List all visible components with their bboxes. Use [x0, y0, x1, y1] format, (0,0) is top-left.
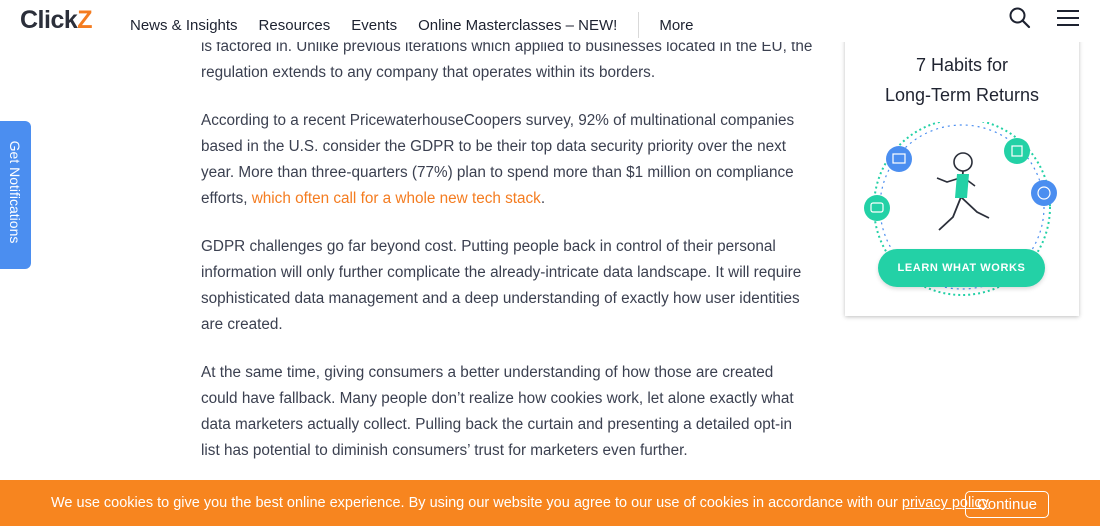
site-header: ClickZ News & Insights Resources Events …: [0, 0, 1100, 42]
nav-more[interactable]: More: [659, 17, 693, 34]
get-notifications-label: Get Notifications: [7, 140, 23, 244]
mail-icon: [886, 146, 912, 172]
continue-button[interactable]: Continue: [965, 491, 1049, 518]
share-icon: [1004, 138, 1030, 164]
clickz-logo[interactable]: ClickZ: [20, 6, 93, 35]
hamburger-menu-icon[interactable]: [1057, 9, 1079, 27]
cookie-text: We use cookies to give you the best onli…: [51, 495, 902, 511]
ad-title-line1: 7 Habits for: [915, 55, 1009, 75]
learn-what-works-button[interactable]: LEARN WHAT WORKS: [878, 249, 1045, 287]
article-paragraph: According to a recent PricewaterhouseCoo…: [201, 108, 813, 212]
get-notifications-tab[interactable]: Get Notifications: [0, 121, 31, 269]
tech-stack-link[interactable]: which often call for a whole new tech st…: [252, 190, 541, 207]
paragraph-end: .: [540, 190, 546, 207]
chat-icon: [864, 195, 890, 221]
nav-divider: [638, 12, 640, 38]
nav-online-masterclasses[interactable]: Online Masterclasses – NEW!: [418, 17, 617, 34]
cookie-banner: We use cookies to give you the best onli…: [0, 480, 1100, 526]
logo-accent: Z: [77, 6, 93, 34]
search-icon[interactable]: [1008, 6, 1032, 30]
nav-events[interactable]: Events: [351, 17, 397, 34]
sidebar-ad[interactable]: 7 Habits for Long-Term Returns LEARN WHA…: [845, 22, 1079, 316]
article-paragraph: GDPR challenges go far beyond cost. Putt…: [201, 238, 802, 333]
runner-figure: [936, 152, 990, 231]
article-paragraph: At the same time, giving consumers a bet…: [201, 364, 794, 459]
nav-news-insights[interactable]: News & Insights: [130, 17, 238, 34]
globe-icon: [1031, 180, 1057, 206]
ad-title: 7 Habits for Long-Term Returns: [845, 50, 1079, 110]
nav-resources[interactable]: Resources: [259, 17, 331, 34]
ad-title-line2: Long-Term Returns: [884, 85, 1040, 105]
main-nav: News & Insights Resources Events Online …: [130, 12, 715, 38]
cookie-message: We use cookies to give you the best onli…: [51, 495, 989, 511]
article-body: is factored in. Unlike previous iteratio…: [201, 34, 813, 486]
logo-text: Click: [20, 6, 78, 34]
